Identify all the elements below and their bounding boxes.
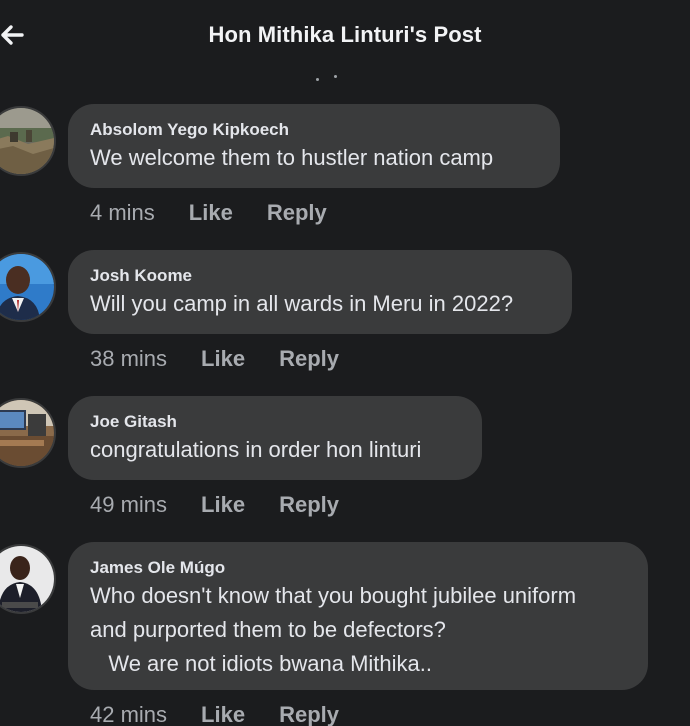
comment-time: 42 mins [90, 702, 168, 726]
comment-author[interactable]: Josh Koome [90, 265, 550, 287]
reply-button[interactable]: Reply [267, 200, 327, 226]
comment-bubble[interactable]: Josh Koome Will you camp in all wards in… [68, 250, 572, 334]
header-bar: Hon Mithika Linturi's Post [0, 0, 690, 76]
like-button[interactable]: Like [201, 702, 245, 726]
avatar[interactable] [0, 252, 56, 322]
comment-author[interactable]: James Ole Múgo [90, 557, 626, 579]
comment-text: congratulations in order hon linturi [90, 437, 422, 462]
comment-actions: 42 mins Like Reply [90, 702, 339, 726]
like-button[interactable]: Like [201, 346, 245, 372]
reply-button[interactable]: Reply [279, 346, 339, 372]
avatar[interactable] [0, 544, 56, 614]
comment-text: Will you camp in all wards in Meru in 20… [90, 291, 514, 316]
post-comments-screen: Hon Mithika Linturi's Post Absolom Yego … [0, 0, 690, 726]
avatar[interactable] [0, 106, 56, 176]
comment-text: Who doesn't know that you bought jubilee… [90, 583, 577, 676]
reply-button[interactable]: Reply [279, 492, 339, 518]
avatar[interactable] [0, 398, 56, 468]
comment-text: We welcome them to hustler nation camp [90, 145, 494, 170]
like-button[interactable]: Like [189, 200, 233, 226]
comment-author[interactable]: Absolom Yego Kipkoech [90, 119, 538, 141]
comment-time: 4 mins [90, 200, 155, 225]
comment-actions: 49 mins Like Reply [90, 492, 339, 522]
comment-bubble[interactable]: Joe Gitash congratulations in order hon … [68, 396, 482, 480]
comment-actions: 4 mins Like Reply [90, 200, 327, 230]
like-button[interactable]: Like [201, 492, 245, 518]
comment-bubble[interactable]: James Ole Múgo Who doesn't know that you… [68, 542, 648, 690]
comment-author[interactable]: Joe Gitash [90, 411, 460, 433]
comment-actions: 38 mins Like Reply [90, 346, 339, 376]
comment-time: 38 mins [90, 346, 168, 371]
page-title: Hon Mithika Linturi's Post [208, 22, 482, 47]
loading-dots [312, 74, 342, 82]
comment-bubble[interactable]: Absolom Yego Kipkoech We welcome them to… [68, 104, 560, 188]
reply-button[interactable]: Reply [279, 702, 339, 726]
comment-time: 49 mins [90, 492, 168, 517]
